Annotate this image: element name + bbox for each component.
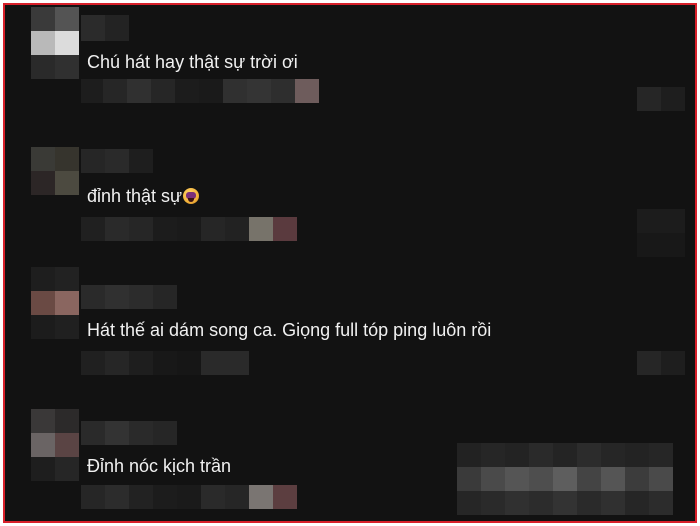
avatar[interactable]: [31, 267, 79, 339]
username-blurred[interactable]: [81, 149, 153, 173]
comment-meta-blurred: [81, 79, 319, 103]
comment-screenshot-frame: Chú hát hay thật sự trời ơi đỉnh thật sự…: [3, 3, 697, 523]
like-count-blurred[interactable]: [637, 209, 685, 257]
comment-text: Hát thế ai dám song ca. Giọng full tóp p…: [87, 320, 492, 340]
comment-item: Đỉnh nóc kịch trần: [5, 409, 695, 521]
comment-text: đỉnh thật sự: [87, 185, 200, 207]
avatar[interactable]: [31, 7, 79, 79]
comment-meta-blurred: [81, 351, 249, 375]
username-blurred[interactable]: [81, 285, 177, 309]
screaming-face-emoji-icon: [183, 188, 200, 204]
username-blurred[interactable]: [81, 15, 129, 41]
comment-text: Chú hát hay thật sự trời ơi: [87, 52, 298, 72]
comment-item: Hát thế ai dám song ca. Giọng full tóp p…: [5, 267, 695, 397]
comment-item: đỉnh thật sự: [5, 147, 695, 277]
comment-text: Đỉnh nóc kịch trần: [87, 456, 232, 476]
comment-text-label: đỉnh thật sự: [87, 186, 183, 206]
avatar[interactable]: [31, 147, 79, 219]
like-count-blurred[interactable]: [637, 87, 685, 111]
username-blurred[interactable]: [81, 421, 177, 445]
avatar[interactable]: [31, 409, 79, 481]
comment-item: Chú hát hay thật sự trời ơi: [5, 7, 695, 137]
comment-meta-blurred: [81, 485, 297, 509]
comment-meta-blurred: [81, 217, 297, 241]
overlapping-blurred-panel: [457, 443, 673, 515]
like-count-blurred[interactable]: [637, 351, 685, 375]
